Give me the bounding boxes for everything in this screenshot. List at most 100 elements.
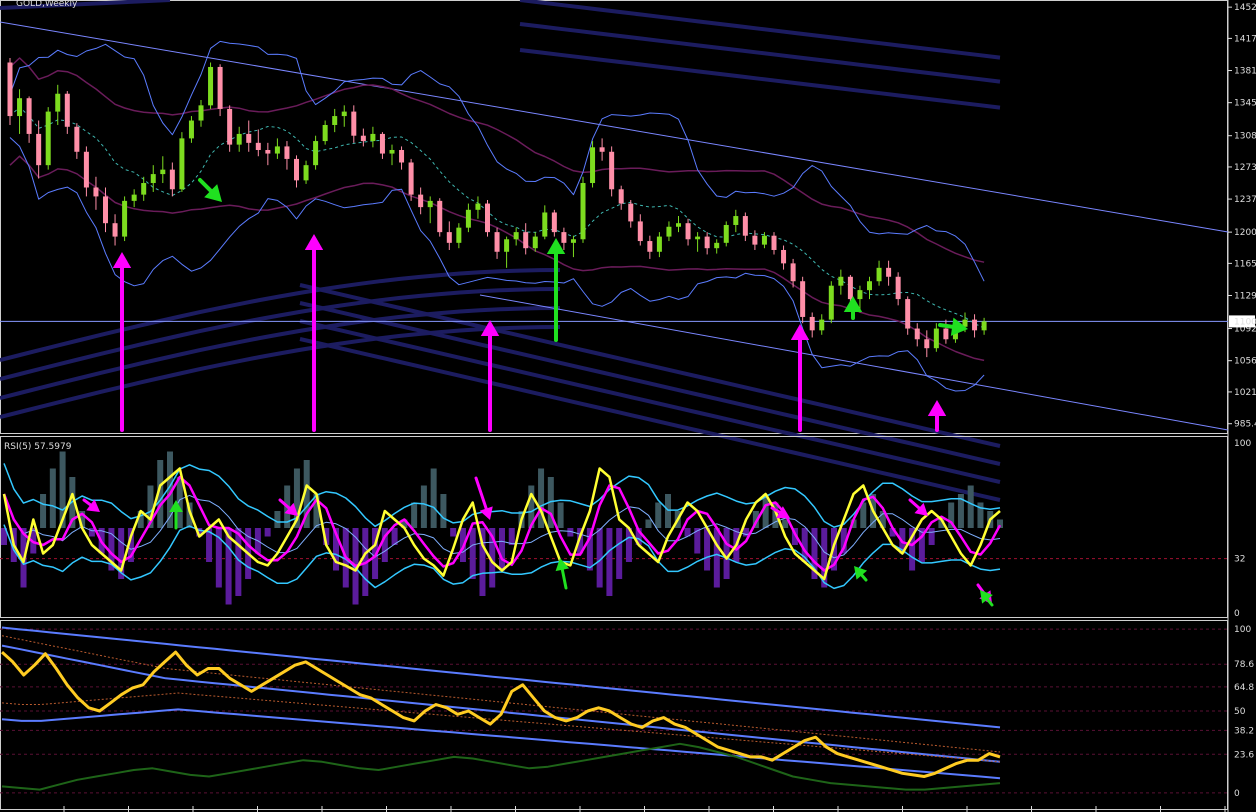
- rsi-histogram-bar: [723, 528, 730, 579]
- oscillator-tick-label: 50: [1234, 707, 1246, 717]
- chart-title: GOLD,Weekly: [16, 0, 78, 9]
- oscillator-tick-label: 23.6: [1234, 750, 1254, 760]
- candle-body: [609, 151, 615, 190]
- rsi-tick-label: 0: [1234, 609, 1240, 619]
- candle-body: [427, 200, 433, 208]
- candle-body: [905, 299, 911, 329]
- candle-body: [599, 147, 605, 152]
- candle-body: [389, 149, 395, 154]
- candle-body: [695, 236, 701, 240]
- candle-body: [733, 216, 739, 225]
- candle-body: [360, 135, 366, 142]
- candle-body: [198, 105, 204, 121]
- candle-body: [704, 236, 710, 249]
- candle-body: [227, 108, 233, 145]
- candle-body: [408, 162, 414, 195]
- candle-body: [370, 133, 376, 142]
- rsi-histogram-bar: [645, 519, 652, 528]
- candle-body: [255, 142, 261, 150]
- oscillator-tick-label: 100: [1234, 625, 1251, 635]
- candle-body: [179, 138, 185, 190]
- rsi-histogram-bar: [40, 494, 47, 528]
- candle-body: [637, 221, 643, 242]
- candle-body: [160, 169, 166, 175]
- candle-body: [876, 267, 882, 282]
- candle-body: [26, 98, 32, 134]
- candle-body: [93, 187, 99, 197]
- candle-body: [284, 146, 290, 159]
- rsi-histogram-bar: [928, 528, 935, 545]
- rsi-histogram-bar: [411, 502, 418, 528]
- rsi-histogram-bar: [264, 528, 271, 537]
- candle-body: [475, 203, 481, 210]
- candle-body: [580, 183, 586, 240]
- candle-body: [437, 200, 443, 233]
- candle-body: [628, 203, 634, 222]
- candle-body: [886, 267, 892, 277]
- rsi-histogram-bar: [713, 528, 720, 588]
- price-tick-label: 1129: [1234, 292, 1256, 302]
- rsi-histogram-bar: [704, 528, 711, 571]
- rsi-histogram-bar: [606, 528, 613, 596]
- chart-canvas[interactable]: 1452 1417 1381 1345 1308 1273 1237 1200 1165 1129…: [0, 0, 1256, 812]
- candle-body: [685, 223, 691, 240]
- candle-body: [188, 120, 194, 139]
- candle-body: [666, 226, 672, 237]
- candle-body: [857, 290, 863, 300]
- candle-body: [17, 98, 23, 117]
- candle-body: [169, 169, 175, 190]
- candle-body: [265, 149, 271, 154]
- rsi-histogram-bar: [499, 528, 505, 571]
- candle-body: [914, 328, 920, 340]
- candle-body: [504, 239, 510, 252]
- rsi-histogram-bar: [440, 494, 447, 528]
- candle-body: [867, 281, 872, 291]
- candle-body: [351, 111, 357, 136]
- candle-body: [828, 285, 834, 320]
- price-tick-label: 1381: [1234, 67, 1256, 77]
- candle-body: [322, 124, 328, 142]
- rsi-histogram-bar: [665, 494, 671, 528]
- candle-body: [647, 241, 653, 252]
- candle-body: [141, 183, 147, 195]
- candle-body: [313, 141, 319, 166]
- candle-body: [45, 111, 51, 166]
- price-tick-label: 1308: [1234, 132, 1256, 142]
- candle-body: [513, 232, 519, 240]
- current-price-label: 1100: [1234, 317, 1256, 327]
- rsi-histogram-bar: [469, 528, 476, 579]
- candle-body: [485, 203, 490, 233]
- candle-body: [676, 223, 681, 227]
- candle-body: [131, 194, 137, 201]
- candle-body: [341, 111, 347, 117]
- candle-body: [418, 194, 424, 208]
- candle-body: [7, 62, 13, 117]
- candle-body: [399, 149, 405, 163]
- oscillator-tick-label: 38.2: [1234, 726, 1254, 736]
- oscillator-tick-label: 64.8: [1234, 683, 1254, 693]
- candle-body: [494, 232, 500, 252]
- candle-body: [64, 93, 70, 127]
- candle-body: [800, 281, 806, 317]
- candle-body: [36, 133, 42, 166]
- price-tick-label: 1273: [1234, 163, 1256, 173]
- candle-body: [332, 116, 338, 125]
- candle-body: [83, 151, 89, 188]
- candle-body: [752, 235, 758, 245]
- candle-body: [590, 147, 596, 184]
- candle-body: [761, 235, 767, 245]
- candle-body: [523, 232, 529, 249]
- candle-body: [112, 223, 118, 237]
- candle-body: [895, 276, 901, 300]
- price-tick-label: 1021: [1234, 388, 1256, 398]
- price-tick-label: 1237: [1234, 195, 1256, 205]
- candle-body: [790, 263, 796, 282]
- rsi-histogram-bar: [967, 485, 974, 528]
- rsi-tick-label: 100: [1234, 439, 1251, 449]
- candle-body: [122, 200, 128, 237]
- candle-body: [208, 66, 214, 106]
- candle-body: [379, 133, 385, 154]
- price-tick-label: 1165: [1234, 259, 1256, 269]
- rsi-histogram-bar: [430, 468, 437, 528]
- candle-body: [217, 66, 223, 109]
